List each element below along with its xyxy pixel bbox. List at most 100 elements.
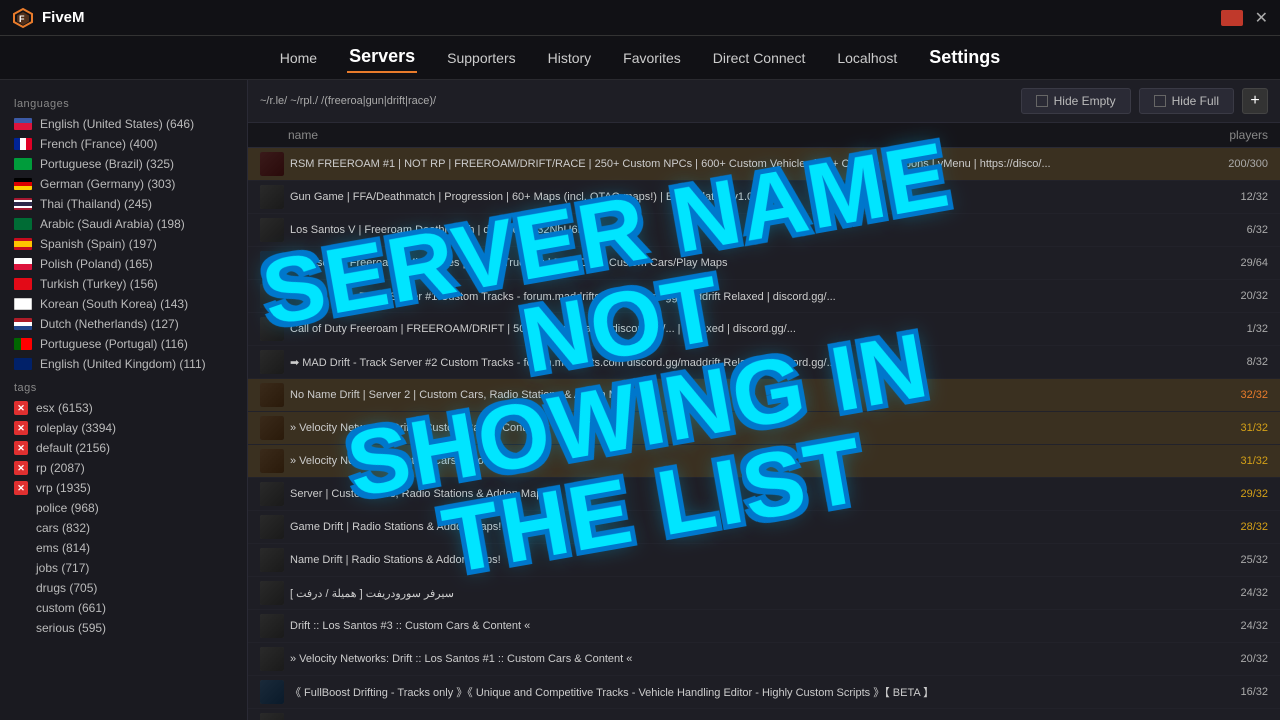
nav-history[interactable]: History xyxy=(546,46,594,70)
nav-settings[interactable]: Settings xyxy=(927,43,1002,72)
table-row[interactable]: 《 FullBoost Drifting - Tracks only 》《 Un… xyxy=(248,676,1280,709)
sidebar-tag-cars[interactable]: cars (832) xyxy=(0,518,247,538)
content-toolbar: ~/r.le/ ~/rpl./ /(freeroa|gun|drift|race… xyxy=(248,80,1280,123)
table-row[interactable]: » Velocity Networks: Drift :: Los Santos… xyxy=(248,643,1280,676)
server-name-cell: ➡ MAD Drift - Track Server #2 Custom Tra… xyxy=(290,356,1188,369)
sidebar-tag-ems[interactable]: ems (814) xyxy=(0,538,247,558)
tag-dot-icon xyxy=(14,501,28,515)
nav-servers[interactable]: Servers xyxy=(347,42,417,73)
table-row[interactable]: Impulse99 | Freeroam | Minigames | Race … xyxy=(248,247,1280,280)
filter-buttons: Hide Empty Hide Full + xyxy=(1021,88,1268,114)
server-list-content: ~/r.le/ ~/rpl./ /(freeroa|gun|drift|race… xyxy=(248,80,1280,720)
hide-empty-button[interactable]: Hide Empty xyxy=(1021,88,1131,114)
nav-supporters[interactable]: Supporters xyxy=(445,46,517,70)
tag-x-icon-3: ✕ xyxy=(14,441,28,455)
server-players-cell: 200/300 xyxy=(1188,158,1268,170)
sidebar-tag-default[interactable]: ✕ default (2156) xyxy=(0,438,247,458)
sidebar-item-arabic[interactable]: Arabic (Saudi Arabia) (198) xyxy=(0,214,247,234)
server-icon xyxy=(260,284,284,308)
table-row[interactable]: » Velocity Networks: Drift :: Custom Car… xyxy=(248,412,1280,445)
table-row[interactable]: No Name Drift | Server 2 | Custom Cars, … xyxy=(248,379,1280,412)
table-row[interactable]: Los Santos V | Freeroam Deathmatch | dis… xyxy=(248,214,1280,247)
sidebar: languages English (United States) (646) … xyxy=(0,80,248,720)
sidebar-item-portuguese-br[interactable]: Portuguese (Brazil) (325) xyxy=(0,154,247,174)
server-players-cell: 29/64 xyxy=(1188,257,1268,269)
server-players-cell: 29/32 xyxy=(1188,488,1268,500)
server-players-cell: 16/32 xyxy=(1188,686,1268,698)
hide-empty-label: Hide Empty xyxy=(1054,94,1116,108)
col-name-header: name xyxy=(288,128,1188,142)
server-players-cell: 25/32 xyxy=(1188,554,1268,566)
server-icon xyxy=(260,251,284,275)
sidebar-tag-custom[interactable]: custom (661) xyxy=(0,598,247,618)
lang-german: German (Germany) (303) xyxy=(40,177,175,191)
tag-x-icon-4: ✕ xyxy=(14,461,28,475)
table-row[interactable]: Call of Duty Freeroam | FREEROAM/DRIFT |… xyxy=(248,313,1280,346)
lang-portuguese-br: Portuguese (Brazil) (325) xyxy=(40,157,174,171)
server-name-cell: 《 FullBoost Drifting - Tracks only 》《 Un… xyxy=(290,684,1188,700)
tag-dot-icon-2 xyxy=(14,521,28,535)
sidebar-tag-vrp[interactable]: ✕ vrp (1935) xyxy=(0,478,247,498)
flag-th xyxy=(14,198,32,210)
table-row[interactable]: Server | Custom Cars, Radio Stations & A… xyxy=(248,478,1280,511)
flag-us xyxy=(14,118,32,130)
server-icon xyxy=(260,416,284,440)
sidebar-item-english-us[interactable]: English (United States) (646) xyxy=(0,114,247,134)
tag-dot-icon-4 xyxy=(14,561,28,575)
nav-direct-connect[interactable]: Direct Connect xyxy=(711,46,808,70)
server-icon xyxy=(260,152,284,176)
flag-gb xyxy=(14,358,32,370)
table-row[interactable]: RSM FREEROAM #1 | NOT RP | FREEROAM/DRIF… xyxy=(248,148,1280,181)
sidebar-item-turkish[interactable]: Turkish (Turkey) (156) xyxy=(0,274,247,294)
table-row[interactable]: Drift :: Los Santos #3 :: Custom Cars & … xyxy=(248,610,1280,643)
tag-roleplay-label: roleplay (3394) xyxy=(36,421,116,435)
server-players-cell: 28/32 xyxy=(1188,521,1268,533)
table-row[interactable]: » Velocity Networks: Custom Cars & Conte… xyxy=(248,445,1280,478)
close-button[interactable]: ✕ xyxy=(1255,8,1268,28)
lang-polish: Polish (Poland) (165) xyxy=(40,257,153,271)
sidebar-tag-roleplay[interactable]: ✕ roleplay (3394) xyxy=(0,418,247,438)
table-row[interactable]: » Velocity Networks: Drift :: Tracks #2 … xyxy=(248,709,1280,720)
nav-localhost[interactable]: Localhost xyxy=(835,46,899,70)
table-row[interactable]: ➡ MAD Drift - Track Server #1 Custom Tra… xyxy=(248,280,1280,313)
sidebar-item-polish[interactable]: Polish (Poland) (165) xyxy=(0,254,247,274)
nav-home[interactable]: Home xyxy=(278,46,319,70)
server-players-cell: 6/32 xyxy=(1188,224,1268,236)
app-title: FiveM xyxy=(42,9,85,26)
sidebar-tag-drugs[interactable]: drugs (705) xyxy=(0,578,247,598)
table-row[interactable]: Game Drift | Radio Stations & Addon Maps… xyxy=(248,511,1280,544)
table-header: name players xyxy=(248,123,1280,148)
server-name-cell: Call of Duty Freeroam | FREEROAM/DRIFT |… xyxy=(290,323,1188,335)
add-filter-button[interactable]: + xyxy=(1242,88,1268,114)
hide-full-button[interactable]: Hide Full xyxy=(1139,88,1234,114)
sidebar-item-dutch[interactable]: Dutch (Netherlands) (127) xyxy=(0,314,247,334)
table-row[interactable]: [ هميلة / درفت ] سيرفر سورودريفت24/32 xyxy=(248,577,1280,610)
tag-x-icon: ✕ xyxy=(14,401,28,415)
server-table: name players RSM FREEROAM #1 | NOT RP | … xyxy=(248,123,1280,720)
sidebar-item-english-uk[interactable]: English (United Kingdom) (111) xyxy=(0,354,247,374)
server-icon xyxy=(260,647,284,671)
plus-icon: + xyxy=(1250,92,1259,110)
table-row[interactable]: ➡ MAD Drift - Track Server #2 Custom Tra… xyxy=(248,346,1280,379)
sidebar-item-thai[interactable]: Thai (Thailand) (245) xyxy=(0,194,247,214)
sidebar-tag-police[interactable]: police (968) xyxy=(0,498,247,518)
server-icon xyxy=(260,317,284,341)
server-players-cell: 24/32 xyxy=(1188,587,1268,599)
sidebar-tag-serious[interactable]: serious (595) xyxy=(0,618,247,638)
sidebar-tag-rp[interactable]: ✕ rp (2087) xyxy=(0,458,247,478)
table-row[interactable]: Name Drift | Radio Stations & Addon Maps… xyxy=(248,544,1280,577)
filter-path: ~/r.le/ ~/rpl./ /(freeroa|gun|drift|race… xyxy=(260,95,1013,107)
col-players-header: players xyxy=(1188,128,1268,142)
sidebar-item-spanish[interactable]: Spanish (Spain) (197) xyxy=(0,234,247,254)
sidebar-tag-esx[interactable]: ✕ esx (6153) xyxy=(0,398,247,418)
sidebar-item-portuguese-pt[interactable]: Portuguese (Portugal) (116) xyxy=(0,334,247,354)
sidebar-tag-jobs[interactable]: jobs (717) xyxy=(0,558,247,578)
server-icon xyxy=(260,614,284,638)
sidebar-item-french[interactable]: French (France) (400) xyxy=(0,134,247,154)
sidebar-item-korean[interactable]: Korean (South Korea) (143) xyxy=(0,294,247,314)
flag-br xyxy=(14,158,32,170)
flag-kr xyxy=(14,298,32,310)
sidebar-item-german[interactable]: German (Germany) (303) xyxy=(0,174,247,194)
table-row[interactable]: Gun Game | FFA/Deathmatch | Progression … xyxy=(248,181,1280,214)
nav-favorites[interactable]: Favorites xyxy=(621,46,683,70)
